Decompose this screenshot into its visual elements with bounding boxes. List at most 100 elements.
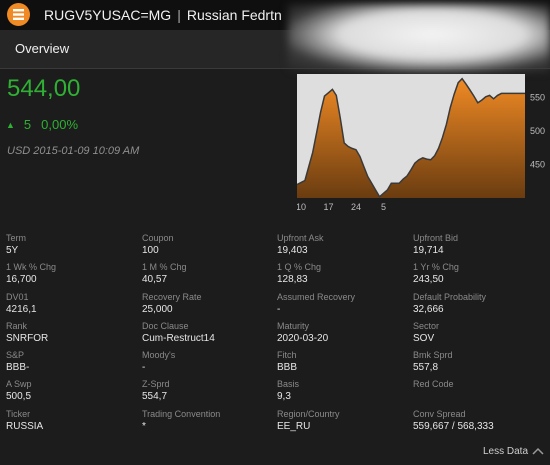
field-value: SNRFOR xyxy=(6,333,49,344)
field-value: 16,700 xyxy=(6,274,37,285)
field-label: Fitch xyxy=(277,350,297,360)
field-cell: Maturity 2020-03-20 xyxy=(277,321,328,344)
field-label: Basis xyxy=(277,379,300,389)
field-cell: Doc Clause Cum-Restruct14 xyxy=(142,321,215,344)
field-value: 2020-03-20 xyxy=(277,333,329,344)
field-label: A Swp xyxy=(6,379,32,389)
field-value: 25,000 xyxy=(142,304,173,315)
field-label: Rank xyxy=(6,321,28,331)
field-cell: Rank SNRFOR xyxy=(6,321,48,344)
field-value: BBB xyxy=(277,362,298,373)
field-label: Default Probability xyxy=(413,292,487,302)
y-tick-label: 450 xyxy=(530,159,545,169)
field-label: Upfront Ask xyxy=(277,233,324,243)
less-data-button[interactable]: Less Data xyxy=(483,446,528,457)
chevron-up-icon[interactable] xyxy=(531,446,545,456)
field-label: Maturity xyxy=(277,321,310,331)
field-value: 554,7 xyxy=(142,391,168,402)
field-cell: Trading Convention * xyxy=(142,409,220,432)
field-value: Cum-Restruct14 xyxy=(142,333,215,344)
field-value: 500,5 xyxy=(6,391,32,402)
field-cell: Ticker RUSSIA xyxy=(6,409,43,432)
instrument-name: Russian Fedrtn xyxy=(186,7,282,23)
field-value: 19,714 xyxy=(413,245,444,256)
x-tick-label: 24 xyxy=(351,202,361,212)
field-cell: Assumed Recovery - xyxy=(277,292,355,315)
field-value: EE_RU xyxy=(277,421,311,432)
field-cell: DV01 4216,1 xyxy=(6,292,37,315)
field-label: Doc Clause xyxy=(142,321,189,331)
field-cell: 1 Q % Chg 128,83 xyxy=(277,262,321,285)
field-cell: Conv Spread 559,667 / 568,333 xyxy=(413,409,494,432)
up-arrow-icon: ▲ xyxy=(6,120,15,130)
field-label: Region/Country xyxy=(277,409,340,419)
field-value: 32,666 xyxy=(413,304,444,315)
change-value: 5 xyxy=(23,117,32,132)
field-label: 1 Wk % Chg xyxy=(6,262,57,272)
field-value: 557,8 xyxy=(413,362,439,373)
field-value: RUSSIA xyxy=(6,421,44,432)
field-cell: Recovery Rate 25,000 xyxy=(142,292,202,315)
change-percent: 0,00% xyxy=(41,117,79,132)
field-value: - xyxy=(277,304,281,315)
field-cell: Upfront Bid 19,714 xyxy=(413,233,458,256)
field-cell: Upfront Ask 19,403 xyxy=(277,233,324,256)
field-label: 1 M % Chg xyxy=(142,262,187,272)
field-label: DV01 xyxy=(6,292,29,302)
instrument-ticker: RUGV5YUSAC=MG xyxy=(44,7,172,23)
instrument-title: RUGV5YUSAC=MG | Russian Fedrtn xyxy=(44,7,282,23)
field-label: 1 Q % Chg xyxy=(277,262,322,272)
field-value: 19,403 xyxy=(277,245,308,256)
field-value: 9,3 xyxy=(277,391,291,402)
field-label: Z-Sprd xyxy=(142,379,170,389)
field-cell: Region/Country EE_RU xyxy=(277,409,340,432)
field-cell: Moody's - xyxy=(142,350,175,373)
field-value: * xyxy=(142,421,146,432)
field-label: Conv Spread xyxy=(413,409,466,419)
field-label: S&P xyxy=(6,350,25,360)
field-value: 243,50 xyxy=(413,274,444,285)
field-label: Sector xyxy=(413,321,440,331)
y-tick-label: 550 xyxy=(530,92,545,102)
field-cell: 1 Wk % Chg 16,700 xyxy=(6,262,56,285)
field-label: Bmk Sprd xyxy=(413,350,453,360)
title-separator: | xyxy=(177,7,181,23)
field-label: Coupon xyxy=(142,233,174,243)
field-cell: Default Probability 32,666 xyxy=(413,292,486,315)
x-tick-label: 10 xyxy=(297,202,306,212)
field-cell: Sector SOV xyxy=(413,321,439,344)
field-label: Red Code xyxy=(413,379,454,389)
field-value: - xyxy=(142,362,146,373)
field-cell: Basis 9,3 xyxy=(277,379,299,402)
field-label: Recovery Rate xyxy=(142,292,202,302)
field-value: BBB- xyxy=(6,362,30,373)
blurred-overlay xyxy=(288,4,550,72)
field-cell: 1 Yr % Chg 243,50 xyxy=(413,262,459,285)
last-price: 544,00 xyxy=(7,75,81,102)
field-cell: Fitch BBB xyxy=(277,350,297,373)
field-value: SOV xyxy=(413,333,435,344)
field-label: Trading Convention xyxy=(142,409,221,419)
field-label: 1 Yr % Chg xyxy=(413,262,459,272)
field-label: Term xyxy=(6,233,26,243)
field-cell: Red Code xyxy=(413,379,454,391)
field-cell: A Swp 500,5 xyxy=(6,379,32,402)
field-label: Upfront Bid xyxy=(413,233,459,243)
field-value: 4216,1 xyxy=(6,304,37,315)
price-chart[interactable]: 10 17 24 5 450 500 550 xyxy=(297,74,550,214)
field-cell: Bmk Sprd 557,8 xyxy=(413,350,453,373)
field-cell: Term 5Y xyxy=(6,233,26,256)
x-tick-label: 17 xyxy=(323,202,333,212)
field-value: 40,57 xyxy=(142,274,168,285)
quote-timestamp: USD 2015-01-09 10:09 AM xyxy=(7,145,140,157)
field-cell: 1 M % Chg 40,57 xyxy=(142,262,187,285)
field-cell: S&P BBB- xyxy=(6,350,29,373)
field-value: 128,83 xyxy=(277,274,308,285)
field-cell: Z-Sprd 554,7 xyxy=(142,379,170,402)
tab-overview[interactable]: Overview xyxy=(15,41,69,56)
x-tick-label: 5 xyxy=(381,202,386,212)
field-label: Assumed Recovery xyxy=(277,292,356,302)
field-label: Ticker xyxy=(6,409,31,419)
app-logo-icon[interactable] xyxy=(7,3,30,26)
field-label: Moody's xyxy=(142,350,176,360)
